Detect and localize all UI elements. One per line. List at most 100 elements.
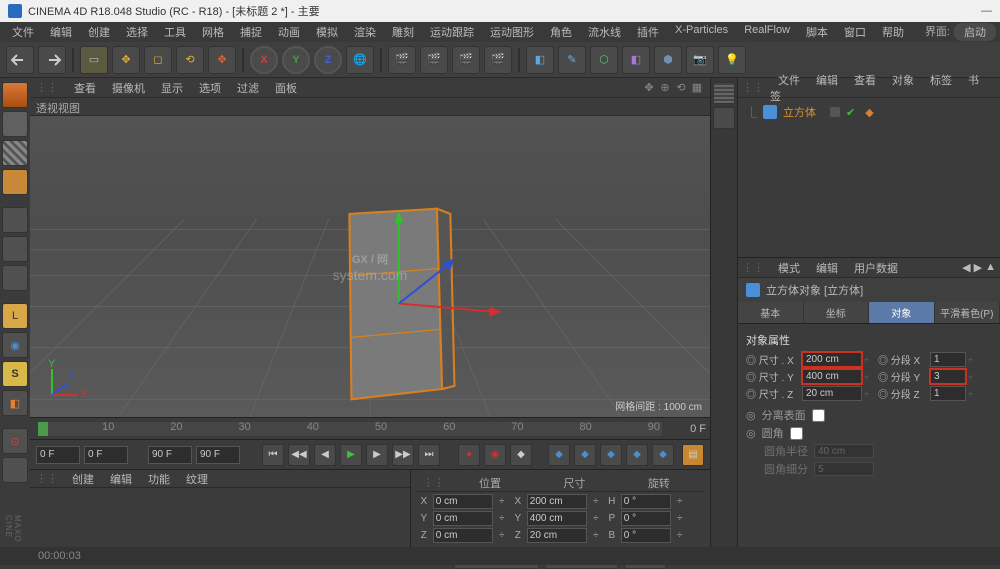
magnet-button[interactable]: ⊙ <box>2 428 28 454</box>
attr-back-button[interactable]: ◀ <box>962 261 970 274</box>
key-param-button[interactable]: ◆ <box>626 444 648 466</box>
primitive-cube-button[interactable]: ◧ <box>526 46 554 74</box>
viewport-solo-button[interactable]: ◉ <box>2 332 28 358</box>
model-mode-button[interactable] <box>2 111 28 137</box>
menu-工具[interactable]: 工具 <box>156 22 194 42</box>
perspective-viewport[interactable]: Y X Z GX / 网system.com 网格间距 : 1000 cm <box>30 116 710 417</box>
attr-tab[interactable]: 用户数据 <box>846 261 906 277</box>
attr-fwd-button[interactable]: ▶ <box>974 261 982 274</box>
coord-pos-input[interactable] <box>433 511 493 526</box>
environment-button[interactable]: ⬢ <box>654 46 682 74</box>
menu-RealFlow[interactable]: RealFlow <box>736 22 798 42</box>
select-tool[interactable]: ▭ <box>80 46 108 74</box>
view-toggle-icon[interactable]: ▦ <box>690 81 704 95</box>
menu-创建[interactable]: 创建 <box>80 22 118 42</box>
dopesheet-button[interactable]: ▤ <box>682 444 704 466</box>
viewport-tab[interactable]: 过滤 <box>229 81 267 97</box>
menu-窗口[interactable]: 窗口 <box>836 22 874 42</box>
move-tool[interactable]: ✥ <box>112 46 140 74</box>
render-queue-button[interactable]: 🎬 <box>452 46 480 74</box>
tweak-button[interactable] <box>2 457 28 483</box>
coord-pos-input[interactable] <box>433 528 493 543</box>
seg-value-input[interactable] <box>930 352 966 367</box>
workplane-button[interactable]: ◧ <box>2 390 28 416</box>
menu-渲染[interactable]: 渲染 <box>346 22 384 42</box>
coord-size-input[interactable] <box>527 528 587 543</box>
view-rotate-icon[interactable]: ⟲ <box>674 81 688 95</box>
attr-subtab[interactable]: 平滑着色(P) <box>935 302 1000 323</box>
edge-mode-button[interactable] <box>2 236 28 262</box>
fillet-seg-input[interactable] <box>814 462 874 476</box>
goto-end-button[interactable]: ⏭ <box>418 444 440 466</box>
menu-编辑[interactable]: 编辑 <box>42 22 80 42</box>
viewport-tab[interactable]: 显示 <box>153 81 191 97</box>
dim-value-input[interactable] <box>802 386 862 401</box>
seg-value-input[interactable] <box>930 369 966 384</box>
point-mode-button[interactable] <box>2 207 28 233</box>
rotate-tool[interactable]: ⟲ <box>176 46 204 74</box>
fillet-radius-input[interactable] <box>814 444 874 458</box>
recent-tool[interactable]: ✥ <box>208 46 236 74</box>
key-scale-button[interactable]: ◆ <box>574 444 596 466</box>
objmgr-tab[interactable]: 查看 <box>846 73 884 89</box>
play-button[interactable]: ▶ <box>340 444 362 466</box>
next-frame-button[interactable]: ▶ <box>366 444 388 466</box>
enable-toggle[interactable]: ✔ <box>846 106 855 119</box>
next-key-button[interactable]: ▶▶ <box>392 444 414 466</box>
attr-tab[interactable]: 编辑 <box>808 261 846 277</box>
range-start-input[interactable] <box>36 446 80 464</box>
axis-x-toggle[interactable]: X <box>250 46 278 74</box>
seg-value-input[interactable] <box>930 386 966 401</box>
range-end-out-input[interactable] <box>196 446 240 464</box>
menu-文件[interactable]: 文件 <box>4 22 42 42</box>
menu-模拟[interactable]: 模拟 <box>308 22 346 42</box>
menu-脚本[interactable]: 脚本 <box>798 22 836 42</box>
undo-button[interactable] <box>6 46 34 74</box>
attr-tab[interactable]: 模式 <box>770 261 808 277</box>
render-region-button[interactable]: 🎬 <box>420 46 448 74</box>
frame-cursor-input[interactable] <box>84 446 128 464</box>
material-tab[interactable]: 创建 <box>64 472 102 488</box>
layout-selector[interactable]: 启动 <box>954 23 996 41</box>
goto-start-button[interactable]: ⏮ <box>262 444 284 466</box>
texture-mode-button[interactable] <box>2 140 28 166</box>
light-button[interactable]: 💡 <box>718 46 746 74</box>
autokey-button[interactable]: ◉ <box>484 444 506 466</box>
prev-frame-button[interactable]: ◀ <box>314 444 336 466</box>
separate-surfaces-checkbox[interactable] <box>812 409 825 422</box>
coord-rot-input[interactable] <box>621 528 671 543</box>
deformer-button[interactable]: ◧ <box>622 46 650 74</box>
camera-button[interactable]: 📷 <box>686 46 714 74</box>
scale-tool[interactable]: ◻ <box>144 46 172 74</box>
object-manager-tree[interactable]: ⎿ 立方体 ✔ ◆ <box>738 98 1000 258</box>
menu-捕捉[interactable]: 捕捉 <box>232 22 270 42</box>
menu-流水线[interactable]: 流水线 <box>580 22 629 42</box>
fillet-checkbox[interactable] <box>790 427 803 440</box>
key-pla-button[interactable]: ◆ <box>652 444 674 466</box>
render-view-button[interactable]: 🎬 <box>388 46 416 74</box>
radio-icon[interactable]: ◎ <box>746 427 756 440</box>
axis-y-toggle[interactable]: Y <box>282 46 310 74</box>
workplane-mode-button[interactable] <box>2 169 28 195</box>
record-button[interactable]: ● <box>458 444 480 466</box>
visibility-editor-toggle[interactable] <box>830 107 840 117</box>
render-settings-button[interactable]: 🎬 <box>484 46 512 74</box>
viewport-tab[interactable]: 选项 <box>191 81 229 97</box>
key-rot-button[interactable]: ◆ <box>600 444 622 466</box>
radio-icon[interactable]: ◎ <box>746 409 756 422</box>
range-end-in-input[interactable] <box>148 446 192 464</box>
material-tab[interactable]: 功能 <box>140 472 178 488</box>
menu-运动跟踪[interactable]: 运动跟踪 <box>422 22 482 42</box>
axis-mode-button[interactable]: L <box>2 303 28 329</box>
objmgr-tab[interactable]: 对象 <box>884 73 922 89</box>
attr-subtab[interactable]: 对象 <box>869 302 935 323</box>
axis-z-toggle[interactable]: Z <box>314 46 342 74</box>
dim-value-input[interactable] <box>802 352 862 367</box>
menu-X-Particles[interactable]: X-Particles <box>667 22 736 42</box>
timeline-ruler[interactable]: 0102030405060708090 0 F <box>30 417 710 439</box>
dim-value-input[interactable] <box>802 369 862 384</box>
make-editable-button[interactable] <box>2 82 28 108</box>
keyframe-button[interactable]: ◆ <box>510 444 532 466</box>
coord-pos-input[interactable] <box>433 494 493 509</box>
menu-选择[interactable]: 选择 <box>118 22 156 42</box>
